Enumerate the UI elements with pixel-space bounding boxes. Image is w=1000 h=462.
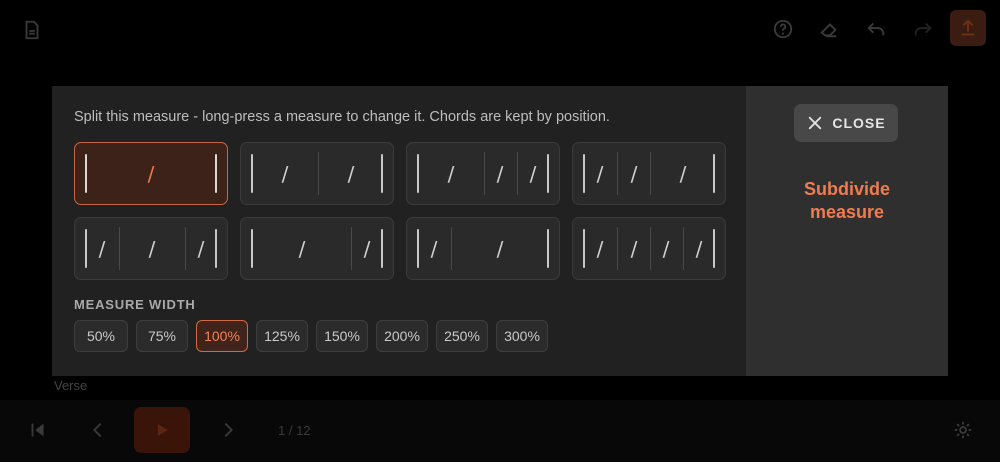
play-icon bbox=[157, 424, 168, 436]
undo-icon[interactable] bbox=[864, 17, 888, 41]
width-chip-200[interactable]: 200% bbox=[376, 320, 428, 352]
help-icon[interactable] bbox=[771, 17, 795, 41]
page-indicator: 1 / 12 bbox=[278, 423, 311, 438]
subdivision-option-dotted-half-quarter[interactable]: / / bbox=[240, 217, 394, 280]
subdivision-options: / / / / / / / / / / / / / / / / / / / / bbox=[74, 142, 726, 280]
beat-slash: / bbox=[662, 236, 670, 261]
beat-slash: / bbox=[363, 236, 371, 261]
beat-slash: / bbox=[347, 161, 355, 186]
eraser-icon[interactable] bbox=[817, 17, 841, 41]
subdivision-option-whole[interactable]: / bbox=[74, 142, 228, 205]
beat-slash: / bbox=[147, 161, 155, 186]
width-chip-100[interactable]: 100% bbox=[196, 320, 248, 352]
instructions-text: Split this measure - long-press a measur… bbox=[74, 109, 610, 125]
beat-slash: / bbox=[148, 236, 156, 261]
beat-slash: / bbox=[679, 161, 687, 186]
close-icon bbox=[809, 116, 822, 130]
subdivision-option-half-quarter-quarter[interactable]: / / / bbox=[406, 142, 560, 205]
next-icon[interactable] bbox=[216, 418, 240, 442]
beat-slash: / bbox=[529, 161, 537, 186]
beat-slash: / bbox=[298, 236, 306, 261]
section-label: Verse bbox=[54, 378, 88, 393]
width-chip-300[interactable]: 300% bbox=[496, 320, 548, 352]
dialog-title: Subdivide measure bbox=[803, 179, 890, 222]
skip-start-icon[interactable] bbox=[26, 418, 50, 442]
beat-slash: / bbox=[630, 161, 638, 186]
subdivide-dialog: Split this measure - long-press a measur… bbox=[52, 86, 948, 376]
beat-slash: / bbox=[447, 161, 455, 186]
beat-slash: / bbox=[430, 236, 438, 261]
dialog-content: Split this measure - long-press a measur… bbox=[52, 86, 746, 376]
pdf-icon[interactable] bbox=[20, 18, 44, 42]
width-chip-150[interactable]: 150% bbox=[316, 320, 368, 352]
redo-icon[interactable] bbox=[911, 17, 935, 41]
beat-slash: / bbox=[596, 161, 604, 186]
subdivision-option-quarter-half-quarter[interactable]: / / / bbox=[74, 217, 228, 280]
measure-width-label: MEASURE WIDTH bbox=[74, 297, 196, 312]
dialog-sidebar: CLOSE Subdivide measure bbox=[746, 86, 948, 376]
close-label: CLOSE bbox=[832, 115, 886, 131]
play-button[interactable] bbox=[134, 407, 190, 453]
width-chip-75[interactable]: 75% bbox=[136, 320, 188, 352]
width-chip-250[interactable]: 250% bbox=[436, 320, 488, 352]
close-button[interactable]: CLOSE bbox=[794, 104, 898, 142]
beat-slash: / bbox=[630, 236, 638, 261]
beat-slash: / bbox=[98, 236, 106, 261]
subdivision-option-halves[interactable]: / / bbox=[240, 142, 394, 205]
beat-slash: / bbox=[596, 236, 604, 261]
width-chip-125[interactable]: 125% bbox=[256, 320, 308, 352]
subdivision-option-quarter-dotted-half[interactable]: / / bbox=[406, 217, 560, 280]
subdivision-option-four-quarters[interactable]: / / / / bbox=[572, 217, 726, 280]
subdivision-option-quarter-quarter-half[interactable]: / / / bbox=[572, 142, 726, 205]
previous-icon[interactable] bbox=[86, 418, 110, 442]
beat-slash: / bbox=[496, 236, 504, 261]
beat-slash: / bbox=[695, 236, 703, 261]
settings-icon[interactable] bbox=[951, 418, 975, 442]
beat-slash: / bbox=[281, 161, 289, 186]
measure-width-options: 50% 75% 100% 125% 150% 200% 250% 300% bbox=[74, 320, 548, 352]
export-icon[interactable] bbox=[950, 10, 986, 46]
width-chip-50[interactable]: 50% bbox=[74, 320, 128, 352]
beat-slash: / bbox=[496, 161, 504, 186]
beat-slash: / bbox=[197, 236, 205, 261]
